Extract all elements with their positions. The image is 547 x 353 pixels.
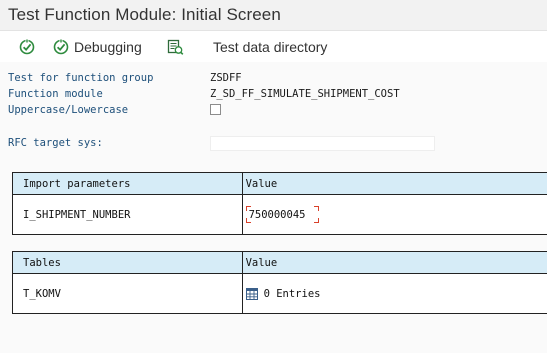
rfc-target-label: RFC target sys: [8, 137, 103, 149]
debugging-label: Debugging [74, 39, 142, 55]
shipment-number-value: 750000045 [248, 208, 306, 221]
parameter-name: I_SHIPMENT_NUMBER [13, 195, 243, 235]
test-data-directory-icon [167, 39, 184, 55]
shipment-number-input[interactable]: 750000045 [245, 206, 319, 223]
table-header-row: Tables Value [13, 252, 547, 274]
execute-button[interactable] [18, 36, 36, 58]
table-entries-cell: 0 Entries [242, 274, 547, 314]
table-icon [245, 287, 258, 300]
column-header-value: Value [242, 252, 547, 274]
function-group-value: ZSDFF [210, 72, 242, 84]
column-header-import-parameters: Import parameters [13, 173, 243, 195]
case-label: Uppercase/Lowercase [8, 104, 129, 116]
column-header-tables: Tables [13, 252, 243, 274]
title-bar: Test Function Module: Initial Screen [0, 0, 547, 31]
parameter-value-cell: 750000045 [242, 195, 547, 235]
entries-count: 0 Entries [263, 287, 321, 300]
window-title: Test Function Module: Initial Screen [8, 5, 281, 24]
test-data-directory-button[interactable]: Test data directory [209, 36, 327, 58]
debugging-button[interactable]: Debugging [52, 36, 142, 58]
table-header-row: Import parameters Value [13, 173, 547, 195]
tables-parameters-table: Tables Value T_KOMV 0 Entries [12, 251, 547, 314]
function-group-label: Test for function group [8, 72, 154, 84]
selection-screen: Test for function group ZSDFF Function m… [0, 62, 547, 353]
execute-icon [19, 39, 35, 55]
table-row: T_KOMV 0 Entries [13, 274, 547, 314]
application-toolbar: Debugging Test data directory [0, 32, 547, 62]
function-module-value: Z_SD_FF_SIMULATE_SHIPMENT_COST [210, 88, 400, 100]
debug-execute-icon [53, 39, 69, 55]
column-header-value: Value [242, 173, 547, 195]
function-module-label: Function module [8, 88, 103, 100]
uppercase-lowercase-checkbox[interactable] [210, 104, 221, 115]
import-parameters-table: Import parameters Value I_SHIPMENT_NUMBE… [12, 172, 547, 235]
komv-entries-link[interactable]: 0 Entries [245, 287, 321, 300]
test-data-label: Test data directory [213, 39, 328, 55]
test-data-icon-button[interactable] [166, 36, 184, 58]
table-parameter-name: T_KOMV [13, 274, 243, 314]
table-row: I_SHIPMENT_NUMBER 750000045 [13, 195, 547, 235]
rfc-target-input[interactable] [210, 136, 435, 151]
